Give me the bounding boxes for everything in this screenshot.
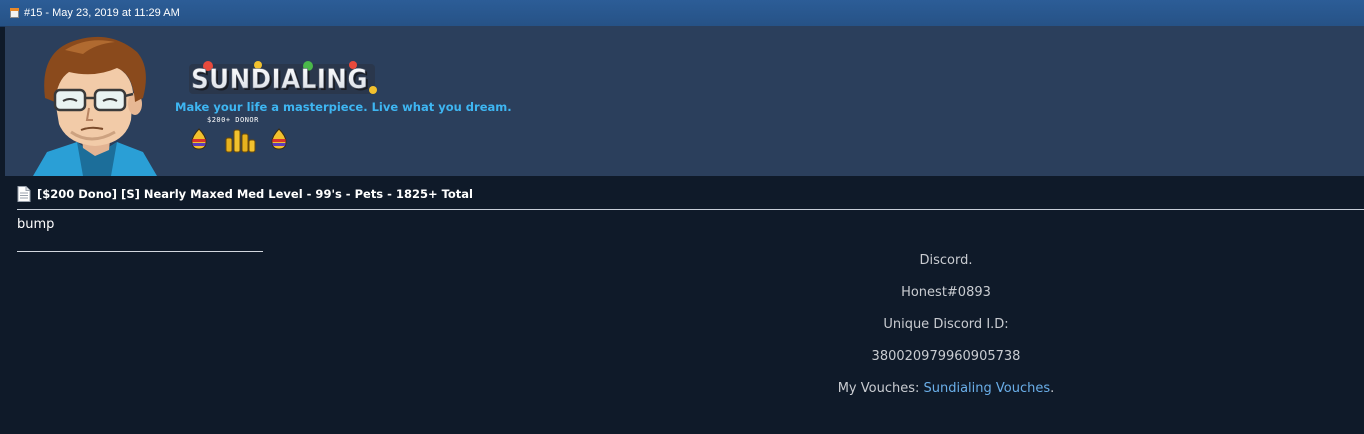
signature-line: Honest#0893 bbox=[901, 285, 991, 300]
avatar[interactable] bbox=[25, 28, 165, 176]
signature-line: 380020979960905738 bbox=[871, 349, 1021, 364]
title-divider bbox=[17, 209, 1364, 210]
signature-divider bbox=[17, 251, 263, 252]
thread-title[interactable]: [$200 Dono] [S] Nearly Maxed Med Level -… bbox=[37, 187, 473, 201]
signature-line: Discord. bbox=[919, 253, 973, 268]
post-meta[interactable]: #15 - May 23, 2019 at 11:29 AM bbox=[24, 7, 180, 19]
author-profile-band: SUNDIALING SUNDIALING Make your life a m… bbox=[5, 26, 1364, 176]
post-status-icon bbox=[10, 8, 19, 18]
egg-icon bbox=[271, 128, 287, 150]
forum-post: #15 - May 23, 2019 at 11:29 AM SUNDIALIN… bbox=[0, 0, 1364, 434]
vouches-label: My Vouches: bbox=[837, 381, 924, 396]
username-logo-text-front: SUNDIALING bbox=[191, 64, 368, 95]
vouches-suffix: . bbox=[1050, 381, 1055, 396]
signature-line: Unique Discord I.D: bbox=[883, 317, 1009, 332]
donor-label: $200+ DONOR bbox=[207, 116, 259, 124]
signature-vouches-line: My Vouches: Sundialing Vouches. bbox=[646, 380, 1246, 412]
document-icon bbox=[17, 186, 31, 202]
vouches-link[interactable]: Sundialing Vouches bbox=[924, 381, 1051, 396]
user-title: Make your life a masterpiece. Live what … bbox=[175, 100, 512, 114]
gold-coins-icon bbox=[225, 129, 256, 153]
egg-icon bbox=[191, 128, 207, 150]
post-message: bump bbox=[17, 217, 55, 232]
username-logo[interactable]: SUNDIALING SUNDIALING bbox=[188, 60, 378, 98]
signature: Discord. Honest#0893 Unique Discord I.D:… bbox=[646, 252, 1246, 412]
post-header-bar: #15 - May 23, 2019 at 11:29 AM bbox=[0, 0, 1364, 27]
